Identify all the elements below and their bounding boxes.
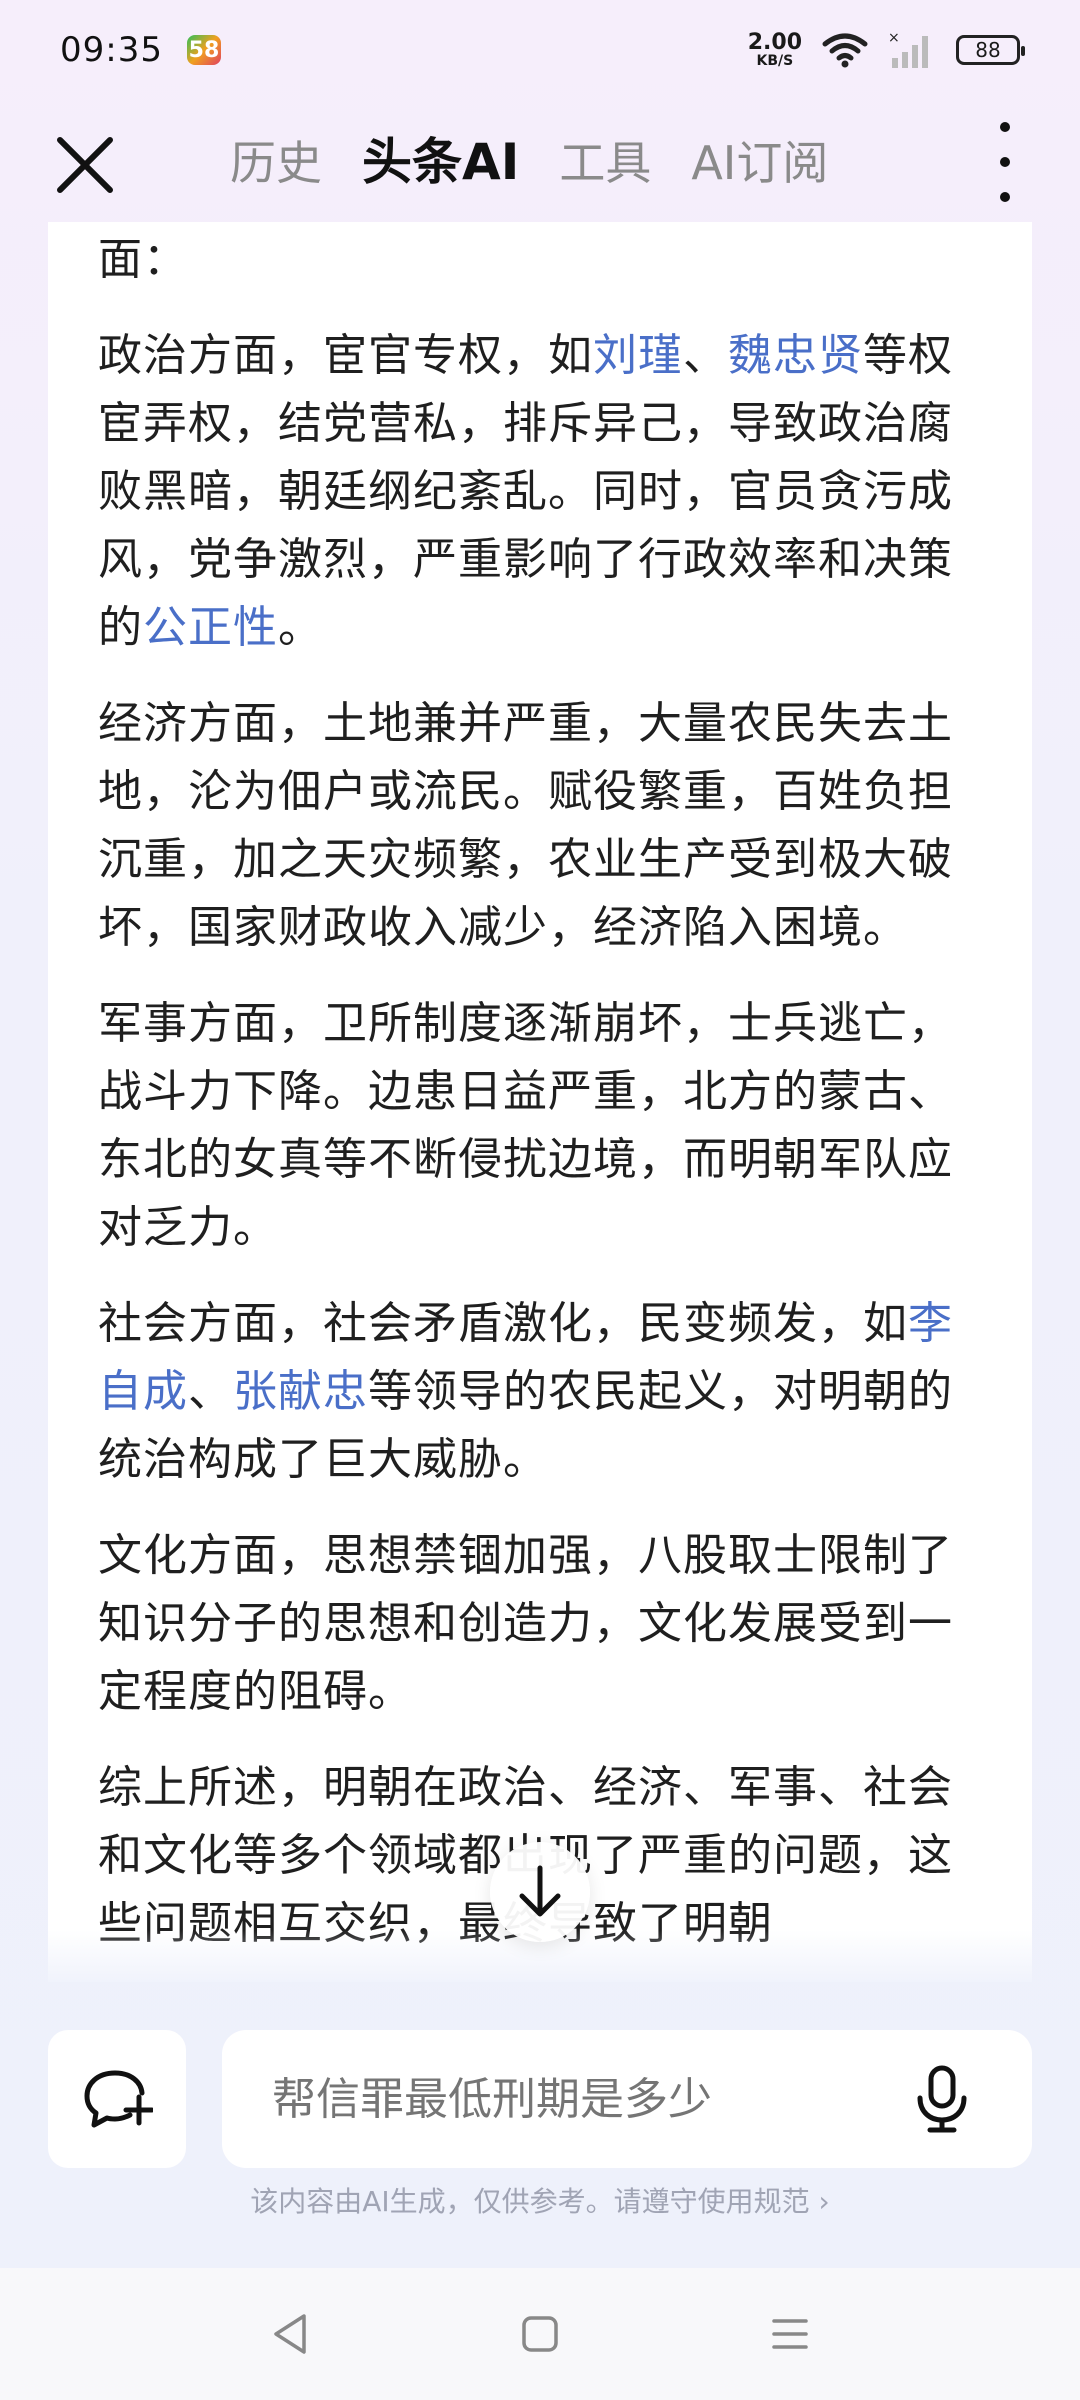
network-speed-value: 2.00 (747, 30, 802, 55)
network-speed-unit: KB/S (756, 53, 794, 69)
status-indicators: 2.00 KB/S × 88 (747, 30, 1025, 70)
nav-home-icon[interactable] (520, 2314, 560, 2354)
answer-paragraph-military: 军事方面，卫所制度逐渐崩坏，士兵逃亡，战斗力下降。边患日益严重，北方的蒙古、东北… (98, 998, 953, 1253)
system-nav-bar (0, 2268, 1080, 2400)
battery-indicator: 88 (956, 35, 1025, 65)
app-notification-badge: 58 (186, 35, 221, 65)
ai-answer-card: 面： 政治方面，宦官专权，如刘瑾、魏忠贤等权宦弄权，结党营私，排斥异己，导致政治… (48, 222, 1032, 1982)
answer-intro-tail: 面： (98, 234, 188, 285)
question-input[interactable] (272, 2073, 872, 2125)
svg-text:×: × (888, 30, 900, 46)
text-span: 社会方面，社会矛盾激化，民变频发，如 (98, 1298, 908, 1349)
network-speed: 2.00 KB/S (747, 30, 802, 69)
status-time: 09:35 (60, 30, 163, 70)
link-fairness[interactable]: 公正性 (143, 602, 278, 653)
wifi-icon (822, 33, 868, 68)
microphone-icon[interactable] (912, 2064, 972, 2134)
arrow-down-icon (519, 1865, 561, 1917)
question-input-box[interactable] (222, 2030, 1032, 2168)
tab-tools[interactable]: 工具 (559, 127, 651, 193)
top-header: 历史 头条AI 工具 AI订阅 (0, 110, 1080, 210)
text-span: 、 (683, 330, 728, 381)
close-icon[interactable] (50, 130, 120, 200)
status-bar: 09:35 58 2.00 KB/S × 88 (0, 0, 1080, 100)
ai-disclaimer-link[interactable]: 该内容由AI生成，仅供参考。请遵守使用规范 › (0, 2180, 1080, 2220)
more-vertical-icon[interactable] (990, 122, 1020, 202)
cellular-signal-icon: × (888, 30, 928, 68)
more-dot (1000, 192, 1010, 202)
text-span: 。 (278, 602, 323, 653)
nav-menu-icon[interactable] (770, 2314, 810, 2354)
answer-paragraph-society: 社会方面，社会矛盾激化，民变频发，如李自成、张献忠等领导的农民起义，对明朝的统治… (98, 1290, 982, 1494)
nav-back-icon[interactable] (270, 2312, 310, 2356)
scroll-to-bottom-button[interactable] (490, 1842, 590, 1942)
text-span: 政治方面，宦官专权，如 (98, 330, 593, 381)
link-liu-jin[interactable]: 刘瑾 (593, 330, 683, 381)
more-dot (1000, 157, 1010, 167)
new-chat-icon (84, 2070, 153, 2128)
answer-paragraph-culture: 文化方面，思想禁锢加强，八股取士限制了知识分子的思想和创造力，文化发展受到一定程… (98, 1530, 953, 1717)
tab-ai-subscription[interactable]: AI订阅 (691, 127, 828, 193)
answer-paragraph-economy: 经济方面，土地兼并严重，大量农民失去土地，沦为佃户或流民。赋役繁重，百姓负担沉重… (98, 698, 953, 953)
tab-bar: 历史 头条AI 工具 AI订阅 (230, 122, 828, 194)
tab-history[interactable]: 历史 (230, 127, 322, 193)
text-span: 、 (188, 1366, 233, 1417)
new-chat-button[interactable] (48, 2030, 186, 2168)
link-zhang-xianzhong[interactable]: 张献忠 (233, 1366, 368, 1417)
link-wei-zhongxian[interactable]: 魏忠贤 (728, 330, 863, 381)
answer-paragraph-politics: 政治方面，宦官专权，如刘瑾、魏忠贤等权宦弄权，结党营私，排斥异己，导致政治腐败黑… (98, 322, 982, 662)
tab-toutiao-ai[interactable]: 头条AI (362, 122, 519, 194)
more-dot (1000, 122, 1010, 132)
answer-content: 面： 政治方面，宦官专权，如刘瑾、魏忠贤等权宦弄权，结党营私，排斥异己，导致政治… (48, 222, 1032, 1958)
